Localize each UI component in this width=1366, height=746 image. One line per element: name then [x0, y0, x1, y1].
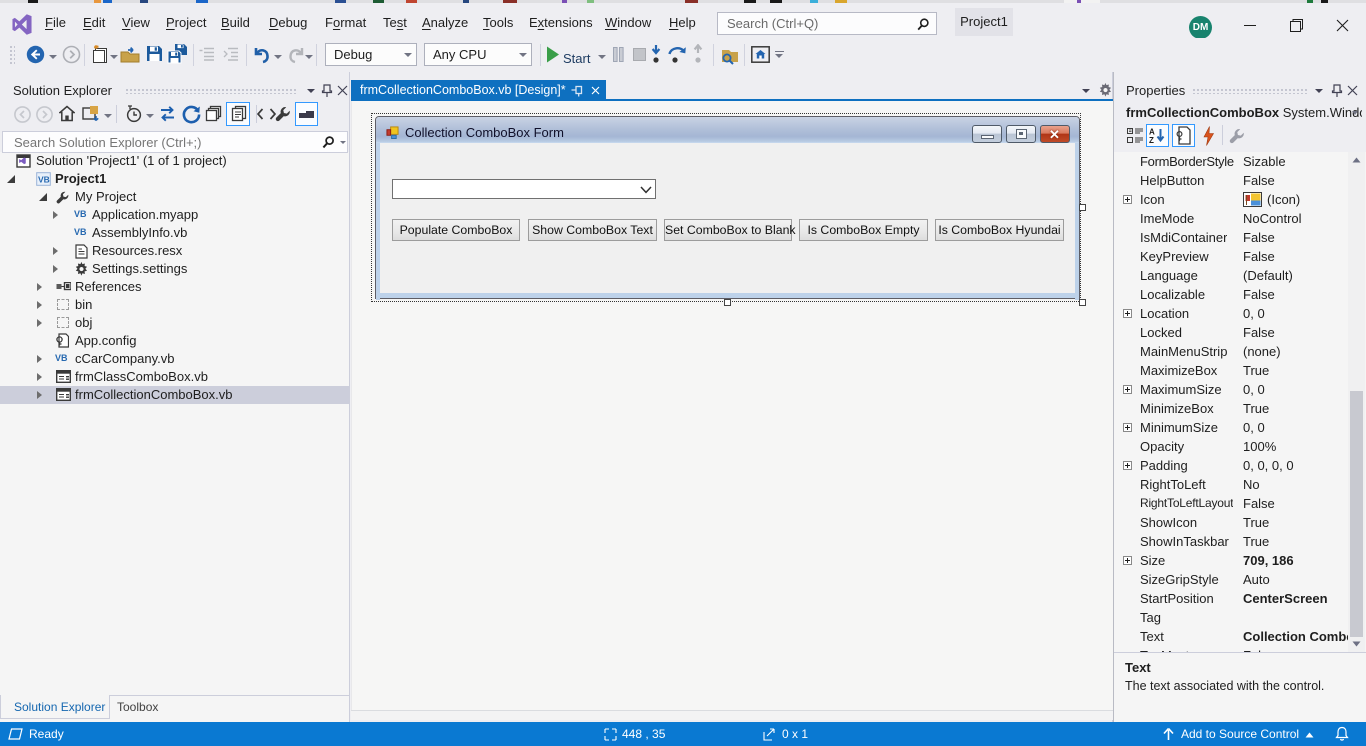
- svg-text:Z: Z: [1149, 136, 1154, 144]
- svg-text:VB: VB: [38, 175, 50, 185]
